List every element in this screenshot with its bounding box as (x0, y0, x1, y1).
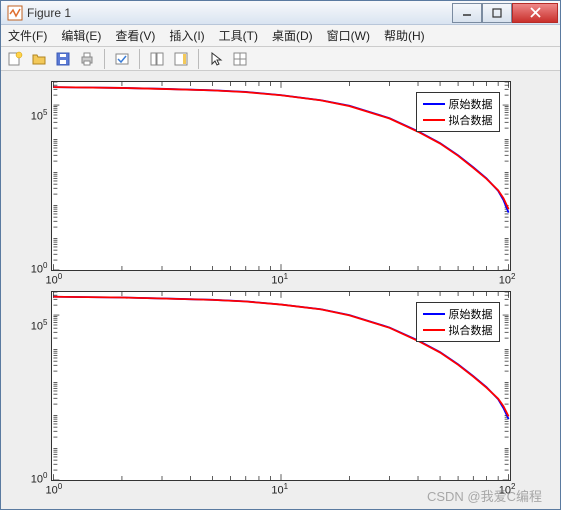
figure-content: 原始数据 拟合数据 100 105 100 101 102 原始数据 拟合数据 … (1, 71, 560, 509)
titlebar: Figure 1 (1, 1, 560, 25)
watermark: CSDN @我爱C编程 (427, 486, 542, 505)
legend-raw-label: 原始数据 (449, 306, 493, 322)
data-cursor-icon[interactable] (147, 49, 167, 69)
save-icon[interactable] (53, 49, 73, 69)
chart-1-legend: 原始数据 拟合数据 (416, 92, 500, 132)
x-tick-0: 100 (46, 482, 63, 497)
separator (104, 49, 105, 69)
menubar: 文件(F) 编辑(E) 查看(V) 插入(I) 工具(T) 桌面(D) 窗口(W… (1, 25, 560, 47)
pointer-icon[interactable] (206, 49, 226, 69)
figure-window: Figure 1 文件(F) 编辑(E) 查看(V) 插入(I) 工具(T) 桌… (0, 0, 561, 510)
chart-2: 原始数据 拟合数据 100 105 100 101 102 (51, 291, 511, 481)
chart-2-legend: 原始数据 拟合数据 (416, 302, 500, 342)
menu-window[interactable]: 窗口(W) (324, 25, 373, 46)
close-button[interactable] (512, 3, 558, 23)
chart-1: 原始数据 拟合数据 100 105 100 101 102 (51, 81, 511, 271)
menu-help[interactable]: 帮助(H) (381, 25, 428, 46)
x-tick-1: 101 (271, 272, 288, 287)
legend-line-blue (423, 103, 445, 105)
y-ticks: 100 105 (22, 82, 50, 270)
new-figure-icon[interactable] (5, 49, 25, 69)
legend-fit-label: 拟合数据 (449, 112, 493, 128)
separator (198, 49, 199, 69)
grid-icon[interactable] (230, 49, 250, 69)
y-tick-5: 105 (31, 108, 48, 123)
colorbar-icon[interactable] (171, 49, 191, 69)
y-ticks: 100 105 (22, 292, 50, 480)
legend-fit: 拟合数据 (423, 322, 493, 338)
legend-line-red (423, 329, 445, 331)
legend-raw-label: 原始数据 (449, 96, 493, 112)
menu-file[interactable]: 文件(F) (5, 25, 50, 46)
legend-fit: 拟合数据 (423, 112, 493, 128)
app-icon (7, 5, 23, 21)
maximize-button[interactable] (482, 3, 512, 23)
separator (139, 49, 140, 69)
toolbar (1, 47, 560, 71)
legend-line-red (423, 119, 445, 121)
menu-view[interactable]: 查看(V) (112, 25, 158, 46)
print-icon[interactable] (77, 49, 97, 69)
legend-raw: 原始数据 (423, 306, 493, 322)
open-icon[interactable] (29, 49, 49, 69)
window-title: Figure 1 (27, 6, 452, 20)
minimize-button[interactable] (452, 3, 482, 23)
menu-desktop[interactable]: 桌面(D) (269, 25, 316, 46)
legend-fit-label: 拟合数据 (449, 322, 493, 338)
legend-raw: 原始数据 (423, 96, 493, 112)
x-ticks: 100 101 102 (52, 272, 510, 286)
menu-edit[interactable]: 编辑(E) (58, 25, 104, 46)
window-controls (452, 3, 558, 23)
y-tick-5: 105 (31, 318, 48, 333)
menu-tools[interactable]: 工具(T) (216, 25, 261, 46)
menu-insert[interactable]: 插入(I) (166, 25, 207, 46)
legend-line-blue (423, 313, 445, 315)
x-tick-1: 101 (271, 482, 288, 497)
x-tick-2: 102 (499, 272, 516, 287)
link-icon[interactable] (112, 49, 132, 69)
x-tick-0: 100 (46, 272, 63, 287)
